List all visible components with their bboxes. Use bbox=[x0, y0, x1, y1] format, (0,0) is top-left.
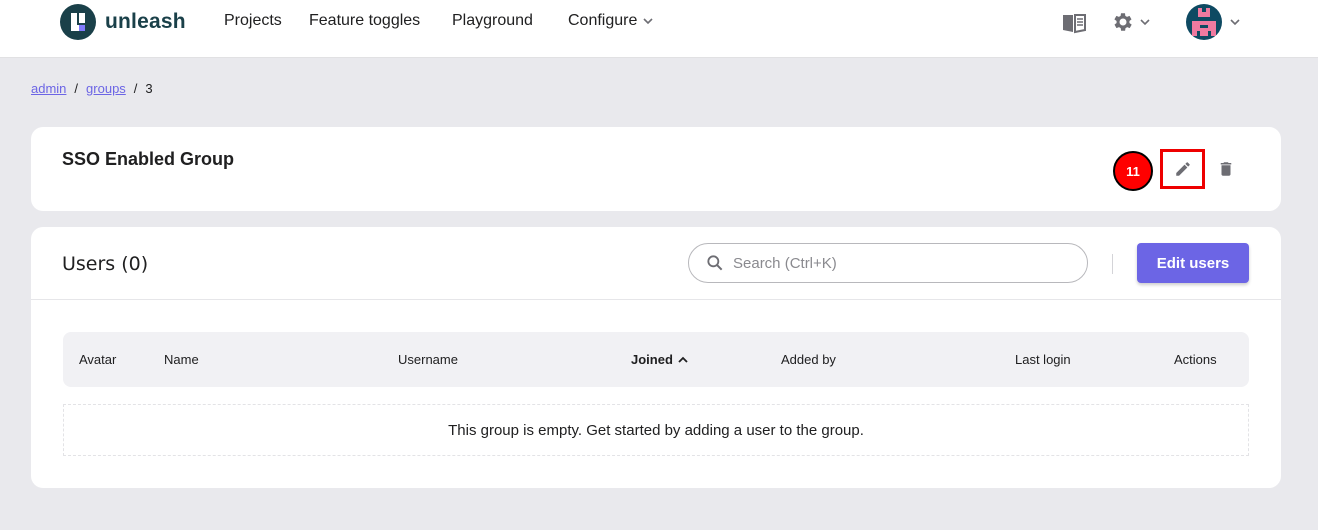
chevron-down-icon bbox=[643, 18, 653, 25]
chevron-down-icon bbox=[1140, 19, 1150, 26]
breadcrumb-separator: / bbox=[133, 81, 138, 96]
top-navigation-bar: unleash Projects Feature toggles Playgro… bbox=[0, 0, 1318, 58]
unleash-logo[interactable]: unleash bbox=[60, 4, 186, 40]
nav-feature-toggles[interactable]: Feature toggles bbox=[309, 12, 420, 30]
divider bbox=[1112, 254, 1113, 274]
breadcrumb-separator: / bbox=[74, 81, 79, 96]
empty-state-message: This group is empty. Get started by addi… bbox=[63, 404, 1249, 456]
column-username[interactable]: Username bbox=[398, 352, 458, 367]
logo-text: unleash bbox=[105, 10, 186, 33]
delete-icon bbox=[1220, 162, 1232, 176]
nav-playground[interactable]: Playground bbox=[452, 12, 533, 30]
edit-icon bbox=[1175, 162, 1190, 176]
table-header: Avatar Name Username Joined Added by Las… bbox=[63, 332, 1249, 387]
logo-icon bbox=[60, 4, 96, 40]
breadcrumb-admin[interactable]: admin bbox=[31, 81, 66, 96]
column-last-login[interactable]: Last login bbox=[1015, 352, 1071, 367]
group-users-card: Users (0) Search (Ctrl+K) Edit users Ava… bbox=[31, 227, 1281, 488]
column-avatar[interactable]: Avatar bbox=[79, 352, 116, 367]
breadcrumb: admin / groups / 3 bbox=[31, 81, 153, 96]
search-icon bbox=[707, 255, 723, 271]
annotation-badge: 11 bbox=[1113, 151, 1153, 191]
search-input[interactable]: Search (Ctrl+K) bbox=[688, 243, 1088, 283]
user-menu[interactable] bbox=[1186, 4, 1242, 40]
divider bbox=[31, 299, 1281, 300]
settings-menu[interactable] bbox=[1110, 10, 1152, 34]
search-placeholder: Search (Ctrl+K) bbox=[733, 254, 837, 272]
nav-projects[interactable]: Projects bbox=[224, 12, 282, 30]
breadcrumb-groups[interactable]: groups bbox=[86, 81, 126, 96]
edit-users-button[interactable]: Edit users bbox=[1137, 243, 1249, 283]
breadcrumb-current: 3 bbox=[145, 81, 153, 96]
delete-group-button[interactable] bbox=[1214, 155, 1238, 183]
users-title: Users (0) bbox=[62, 253, 149, 275]
column-added-by[interactable]: Added by bbox=[781, 352, 836, 367]
book-icon[interactable] bbox=[1062, 12, 1086, 34]
column-name[interactable]: Name bbox=[164, 352, 199, 367]
column-joined[interactable]: Joined bbox=[631, 352, 689, 367]
user-avatar bbox=[1186, 4, 1222, 40]
nav-configure[interactable]: Configure bbox=[568, 12, 655, 30]
edit-group-button[interactable] bbox=[1160, 149, 1205, 189]
nav-configure-label: Configure bbox=[568, 12, 638, 29]
chevron-down-icon bbox=[1230, 19, 1240, 26]
column-actions: Actions bbox=[1174, 352, 1217, 367]
page-title: SSO Enabled Group bbox=[62, 149, 235, 169]
group-header-card: SSO Enabled Group 11 bbox=[31, 127, 1281, 211]
sort-ascending-icon bbox=[678, 356, 688, 363]
gear-icon bbox=[1114, 13, 1132, 31]
column-joined-label: Joined bbox=[631, 352, 673, 367]
